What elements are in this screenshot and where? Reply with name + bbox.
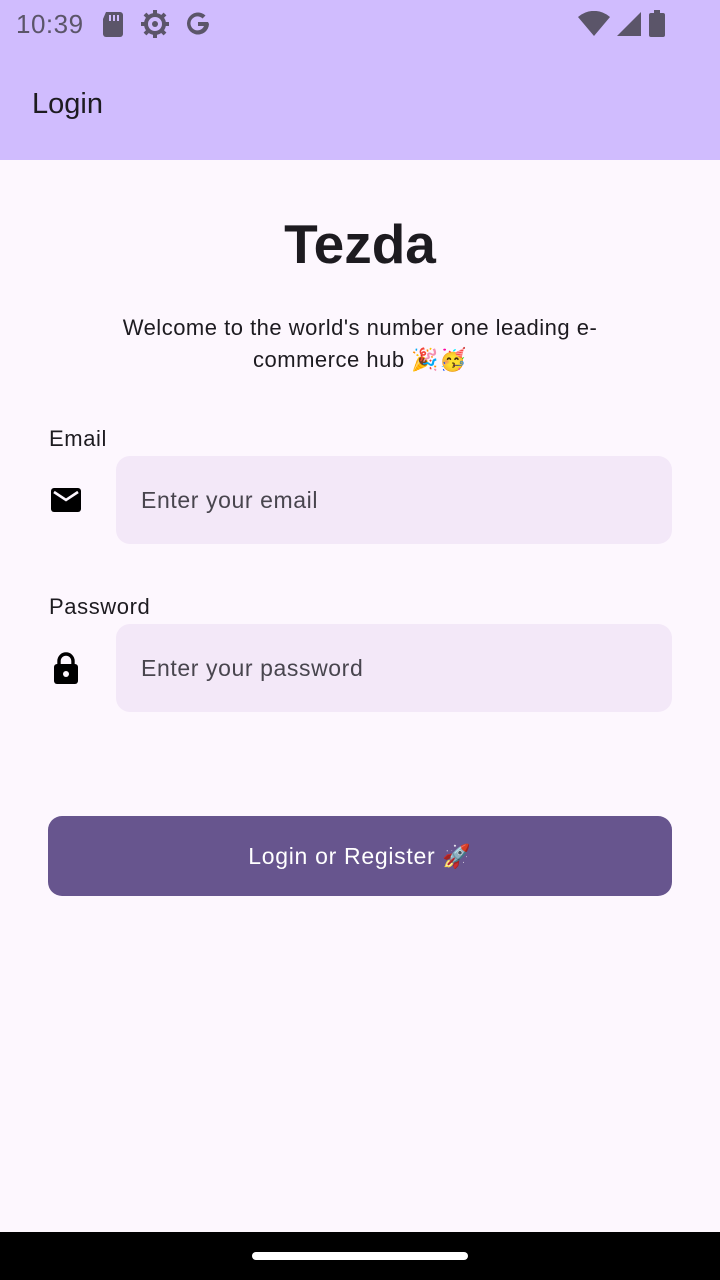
google-icon: [186, 12, 209, 35]
mail-icon: [51, 488, 81, 512]
status-right-icons: [578, 10, 666, 38]
lock-icon: [54, 652, 78, 684]
brand-tagline: Welcome to the world's number one leadin…: [122, 315, 598, 372]
login-content: Tezda Welcome to the world's number one …: [0, 160, 720, 1232]
cell-signal-icon: [617, 12, 641, 36]
home-indicator[interactable]: [252, 1252, 468, 1260]
navigation-bar: [0, 1232, 720, 1280]
status-bar: 10:39: [0, 0, 720, 48]
wifi-icon: [578, 11, 610, 36]
battery-icon: [649, 10, 665, 37]
sd-card-icon: [102, 12, 123, 37]
app-bar-title: Login: [32, 87, 103, 120]
password-placeholder: Enter your password: [141, 654, 364, 681]
app-bar: Login: [0, 48, 720, 160]
login-register-label: Login or Register 🚀: [248, 842, 472, 869]
settings-gear-icon: [140, 10, 169, 38]
email-placeholder: Enter your email: [141, 486, 319, 513]
email-field[interactable]: Enter your email: [116, 456, 672, 544]
brand-title: Tezda: [284, 213, 436, 275]
password-label: Password: [49, 594, 151, 619]
status-left-icons: [100, 9, 212, 39]
password-field[interactable]: Enter your password: [116, 624, 672, 712]
login-register-button[interactable]: Login or Register 🚀: [48, 816, 672, 896]
email-label: Email: [49, 426, 108, 451]
status-time: 10:39: [16, 8, 84, 39]
